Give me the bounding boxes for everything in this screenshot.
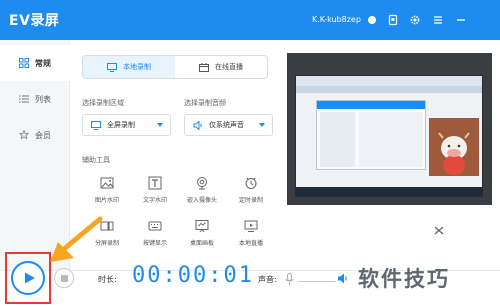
- sidebar-item-list[interactable]: 列表: [0, 81, 70, 117]
- record-timer: 00:00:01: [132, 263, 254, 288]
- capture-area-value: 全屏录制: [107, 121, 135, 129]
- chevron-down-icon: [157, 123, 163, 127]
- text-icon: [148, 176, 162, 190]
- monitor-icon: [107, 62, 117, 72]
- monitor-icon: [91, 120, 101, 130]
- mode-tabs: 本地录制 在线直播: [82, 55, 268, 79]
- tool-key-display[interactable]: 按键显示: [130, 219, 180, 255]
- tools-heading: 辅助工具: [82, 156, 110, 164]
- duration-label: 时长:: [98, 275, 117, 284]
- record-dot-icon[interactable]: [365, 13, 378, 26]
- sidebar-item-label: 列表: [35, 94, 51, 104]
- broadcast-icon: [244, 219, 258, 233]
- preview-photo: [429, 118, 479, 176]
- tab-label: 本地录制: [123, 63, 151, 71]
- speaker-icon: [193, 120, 202, 130]
- tool-scheduled-record[interactable]: 定时录制: [226, 176, 276, 212]
- preview-screenshot: [295, 75, 483, 197]
- tool-image-watermark[interactable]: 图片水印: [82, 176, 132, 212]
- image-icon: [100, 176, 114, 190]
- camera-icon: [195, 176, 209, 190]
- microphone-icon[interactable]: [285, 273, 294, 286]
- tool-desktop-whiteboard[interactable]: 桌面画板: [177, 219, 227, 255]
- capture-audio-value: 仅系统声音: [209, 121, 244, 129]
- capture-area-label: 选择录制区域: [82, 99, 124, 107]
- sidebar-item-member[interactable]: 会员: [0, 117, 70, 153]
- capture-audio-select[interactable]: 仅系统声音: [184, 114, 273, 136]
- keyboard-icon: [148, 219, 162, 233]
- stop-icon: [60, 274, 68, 282]
- chevron-down-icon: [259, 123, 265, 127]
- list-icon: [19, 94, 29, 104]
- user-name[interactable]: K.K-kub8zep: [312, 15, 361, 24]
- bookmark-icon[interactable]: [386, 13, 399, 26]
- watermark-text: 软件技巧: [358, 267, 450, 291]
- app-title: EV录屏: [9, 13, 60, 29]
- sidebar-item-general[interactable]: 常规: [0, 45, 70, 81]
- star-icon: [19, 130, 29, 140]
- tab-live-stream[interactable]: 在线直播: [175, 56, 267, 78]
- title-bar: EV录屏 K.K-kub8zep: [0, 0, 500, 40]
- grid-icon: [19, 58, 29, 68]
- tab-label: 在线直播: [215, 63, 243, 71]
- capture-area-select[interactable]: 全屏录制: [82, 114, 171, 136]
- calendar-icon: [199, 62, 209, 72]
- clock-icon: [244, 176, 258, 190]
- stop-record-button[interactable]: [54, 268, 74, 288]
- minimize-icon[interactable]: [454, 13, 467, 26]
- screen-preview: [287, 53, 492, 205]
- tab-local-record[interactable]: 本地录制: [83, 56, 175, 78]
- tool-local-live[interactable]: 本地直播: [226, 219, 276, 255]
- tool-text-watermark[interactable]: 文字水印: [130, 176, 180, 212]
- whiteboard-icon: [195, 219, 209, 233]
- capture-audio-label: 选择录制音频: [184, 99, 226, 107]
- menu-icon[interactable]: [431, 13, 444, 26]
- volume-slider[interactable]: [298, 281, 336, 282]
- settings-icon[interactable]: [408, 13, 421, 26]
- close-icon: [434, 226, 444, 235]
- speaker-icon[interactable]: [337, 272, 348, 285]
- sidebar-item-label: 常规: [35, 58, 51, 68]
- tool-embed-camera[interactable]: 嵌入摄像头: [177, 176, 227, 212]
- volume-label: 声音:: [258, 275, 277, 284]
- sidebar-item-label: 会员: [35, 130, 51, 140]
- arrow-annotation: [50, 216, 103, 262]
